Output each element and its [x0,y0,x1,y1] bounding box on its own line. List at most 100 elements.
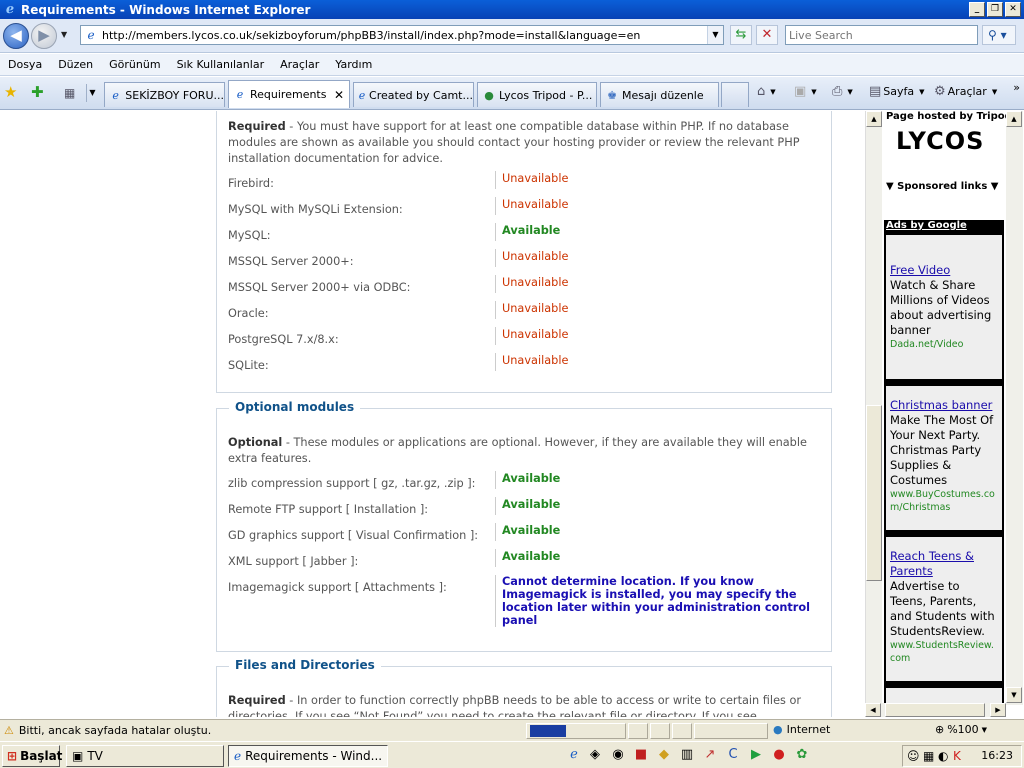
quicklaunch-app-icon[interactable]: C [724,747,742,762]
home-icon: ⌂ [757,84,766,99]
tab-requirements[interactable]: ℯ Requirements ✕ [228,80,350,108]
zoom-control[interactable]: ⊕ %100 ▼ [935,723,987,736]
quicklaunch-app-icon[interactable]: ◆ [655,747,673,762]
menu-favorites[interactable]: Sık Kullanılanlar [169,58,273,71]
add-favorite-icon[interactable]: ✚ [31,83,44,101]
print-button[interactable]: ⎙ ▼ [832,84,853,99]
tab-sekizboy[interactable]: ℯ SEKİZBOY FORU... [104,82,225,107]
address-field[interactable]: ℯ http://members.lycos.co.uk/sekizboyfor… [80,25,724,45]
menu-view[interactable]: Görünüm [101,58,168,71]
forward-button[interactable]: ▶ [31,23,57,49]
search-input[interactable] [785,25,978,45]
clock[interactable]: 16:23 [981,749,1013,762]
module-name: Remote FTP support [ Installation ]: [228,503,429,516]
address-dropdown[interactable]: ▼ [707,26,723,44]
page-menu-button[interactable]: ▤ Sayfa ▼ [869,84,925,99]
page-content: Required - You must have support for at … [0,111,865,717]
quicklaunch-app-icon[interactable]: ✿ [793,747,811,762]
maximize-button[interactable]: ❐ [987,2,1003,17]
tools-menu-label: Araçlar [947,85,987,98]
home-button[interactable]: ⌂ ▼ [757,84,776,99]
system-tray: ☺ ▦ ◐ K 16:23 [902,745,1022,767]
ad-url[interactable]: www.BuyCostumes.com/Christmas [890,488,998,514]
quicklaunch-app-icon[interactable]: ◉ [609,747,627,762]
menu-edit[interactable]: Düzen [50,58,101,71]
ie-page-icon: ℯ [112,88,119,102]
taskbar-item-tv[interactable]: ▣ TV [66,745,224,767]
ad-item: Free Video Watch & Share Millions of Vid… [886,235,1002,379]
close-tab-icon[interactable]: ✕ [334,88,344,102]
refresh-button[interactable]: ⇆ [730,25,752,45]
quicklaunch-app-icon[interactable]: ● [770,747,788,762]
menu-file[interactable]: Dosya [0,58,50,71]
tray-volume-icon[interactable]: ◐ [938,749,948,763]
ad-title-link[interactable]: Christmas banner [890,398,998,413]
tab-camtasia[interactable]: ℯ Created by Camt... [353,82,474,107]
sidebar-scrollbar[interactable]: ▲ ▼ [1006,111,1023,705]
address-url: http://members.lycos.co.uk/sekizboyforum… [102,28,641,42]
tray-k-icon[interactable]: K [953,749,961,763]
scroll-thumb[interactable] [866,405,882,581]
address-toolbar: ◀ ▶ ▼ ℯ http://members.lycos.co.uk/sekiz… [0,19,1024,53]
lycos-logo[interactable]: LYCOS [896,127,984,155]
warning-icon[interactable]: ⚠ [4,724,14,737]
tab-lycos-tripod[interactable]: ● Lycos Tripod - P... [477,82,597,107]
db-status: Unavailable [495,275,568,293]
quicklaunch-app-icon[interactable]: ▶ [747,747,765,762]
db-row: PostgreSQL 7.x/8.x: Unavailable [228,327,823,349]
favorites-star-icon[interactable]: ★ [4,83,17,101]
database-requirement-text: Required - You must have support for at … [228,119,818,167]
zoom-dropdown-icon: ▼ [981,725,988,734]
scroll-up-arrow-icon[interactable]: ▲ [1006,111,1022,127]
quicklaunch-app-icon[interactable]: ▥ [678,747,696,762]
more-tools-chevron-icon[interactable]: » [1013,81,1020,94]
taskbar-item-requirements[interactable]: ℯ Requirements - Wind... [228,745,388,767]
rss-icon: ▣ [794,84,807,99]
tray-network-icon[interactable]: ▦ [923,749,934,763]
db-status: Unavailable [495,301,568,319]
ad-title-link[interactable]: Reach Teens & Parents [890,549,998,579]
scroll-right-arrow-icon[interactable]: ▶ [990,703,1006,717]
recent-pages-dropdown[interactable]: ▼ [61,30,67,39]
close-window-button[interactable]: ✕ [1005,2,1021,17]
quick-tabs-icon[interactable]: ▦ [64,85,82,101]
new-tab-button[interactable] [721,82,749,107]
feeds-button[interactable]: ▣ ▼ [794,84,817,99]
start-button[interactable]: ⊞ Başlat [2,745,62,767]
sponsored-label: Sponsored links [897,181,988,192]
back-button[interactable]: ◀ [3,23,29,49]
quicklaunch-app-icon[interactable]: ◈ [586,747,604,762]
search-button[interactable]: ⚲ ▾ [982,25,1016,45]
ie-icon: ℯ [5,1,15,17]
ads-by-google-link[interactable]: Ads by Google [886,220,967,234]
tab-list-dropdown[interactable]: ▼ [86,84,98,102]
sidebar-horizontal-scrollbar[interactable]: ◀ ▶ [865,703,1006,717]
scroll-up-arrow-icon[interactable]: ▲ [866,111,882,127]
tray-user-icon[interactable]: ☺ [907,749,920,763]
page-scrollbar[interactable]: ▲ [865,111,882,717]
menu-tools[interactable]: Araçlar [272,58,327,71]
db-status: Unavailable [495,249,568,267]
minimize-button[interactable]: _ [969,2,985,17]
scroll-down-arrow-icon[interactable]: ▼ [1006,687,1022,703]
optional-label: Optional [228,436,283,449]
quicklaunch-app-icon[interactable]: ■ [632,747,650,762]
stop-button[interactable]: ✕ [756,25,778,45]
ad-title-link[interactable]: Free Video [890,263,998,278]
ad-url[interactable]: Dada.net/Video [890,338,998,351]
module-status: Available [495,549,560,567]
quicklaunch-app-icon[interactable]: ↗ [701,747,719,762]
db-row: Firebird: Unavailable [228,171,823,193]
status-segment [628,723,648,739]
scroll-left-arrow-icon[interactable]: ◀ [865,703,881,717]
optional-description: - These modules or applications are opti… [228,436,807,465]
tools-menu-button[interactable]: ⚙ Araçlar ▼ [934,84,997,99]
quicklaunch-ie-icon[interactable]: ℯ [565,747,583,762]
popup-blocker-segment[interactable] [694,723,768,739]
tab-edit-message[interactable]: ♚ Mesajı düzenle [600,82,719,107]
files-description: - In order to function correctly phpBB n… [228,694,802,717]
horizontal-scroll-thumb[interactable] [885,703,985,717]
menu-help[interactable]: Yardım [327,58,380,71]
security-zone[interactable]: ● Internet [773,723,830,736]
ad-url[interactable]: www.StudentsReview.com [890,639,998,665]
